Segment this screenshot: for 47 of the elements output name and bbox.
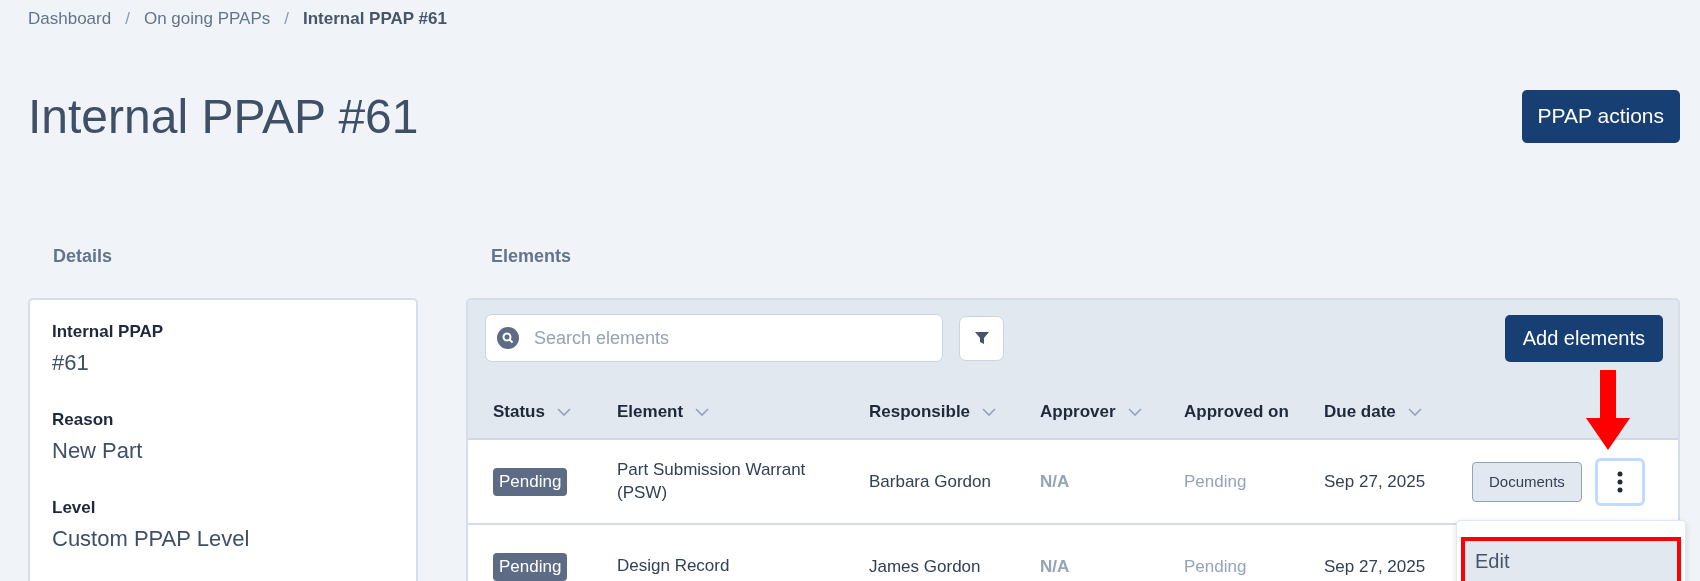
- more-options-icon: [1616, 470, 1623, 493]
- search-field[interactable]: Search elements: [485, 314, 943, 362]
- table-cell-text: Barbara Gordon: [869, 471, 992, 492]
- table-cell-text: N/A: [1040, 471, 1071, 492]
- breadcrumb-link[interactable]: Internal PPAP #61: [302, 9, 447, 29]
- status-badge: Pending: [493, 467, 568, 496]
- filter-button[interactable]: [959, 315, 1004, 361]
- table-cell-text: N/A: [1040, 556, 1071, 577]
- table-cell-text: Part Submission Warrant (PSW): [617, 458, 807, 504]
- add-elements-button[interactable]: Add elements: [1504, 314, 1663, 362]
- breadcrumb-link[interactable]: On going PPAPs: [143, 9, 271, 29]
- breadcrumb-separator: /: [125, 9, 130, 29]
- column-header[interactable]: Responsible: [869, 402, 971, 422]
- annotation-arrow-icon: [1586, 369, 1630, 450]
- field-label: Reason: [52, 410, 115, 430]
- more-options-button[interactable]: [1594, 457, 1645, 506]
- column-header[interactable]: Due date: [1324, 402, 1396, 422]
- table-cell-text: Pending: [1184, 556, 1248, 577]
- table-cell-text: Sep 27, 2025: [1324, 556, 1427, 577]
- field-label: Internal PPAP: [52, 322, 165, 342]
- status-badge: Pending: [493, 552, 568, 581]
- chevron-down-icon[interactable]: [556, 407, 571, 417]
- table-cell-text: Pending: [1184, 471, 1248, 492]
- field-value: Custom PPAP Level: [52, 526, 251, 552]
- column-header[interactable]: Approved on: [1184, 402, 1289, 422]
- column-header[interactable]: Element: [617, 402, 684, 422]
- table-cell-text: Design Record: [617, 555, 731, 578]
- section-heading: Elements: [491, 245, 572, 267]
- chevron-down-icon[interactable]: [695, 407, 710, 417]
- chevron-down-icon[interactable]: [982, 407, 997, 417]
- filter-icon: [974, 331, 989, 345]
- table-cell-text: Sep 27, 2025: [1324, 471, 1427, 492]
- chevron-down-icon[interactable]: [1407, 407, 1422, 417]
- field-label: Level: [52, 498, 97, 518]
- breadcrumb-separator: /: [284, 9, 289, 29]
- documents-button[interactable]: Documents: [1472, 461, 1582, 502]
- search-icon: [497, 327, 519, 349]
- column-header[interactable]: Approver: [1040, 402, 1116, 422]
- chevron-down-icon[interactable]: [1127, 407, 1142, 417]
- section-heading: Details: [53, 245, 113, 267]
- page-title: Internal PPAP #61: [28, 88, 419, 144]
- breadcrumb-link[interactable]: Dashboard: [28, 9, 112, 29]
- column-header[interactable]: Status: [493, 402, 545, 422]
- ppap-actions-button[interactable]: PPAP actions: [1521, 89, 1680, 143]
- field-value: #61: [52, 350, 90, 376]
- table-cell-text: James Gordon: [869, 556, 982, 577]
- field-value: New Part: [52, 438, 144, 464]
